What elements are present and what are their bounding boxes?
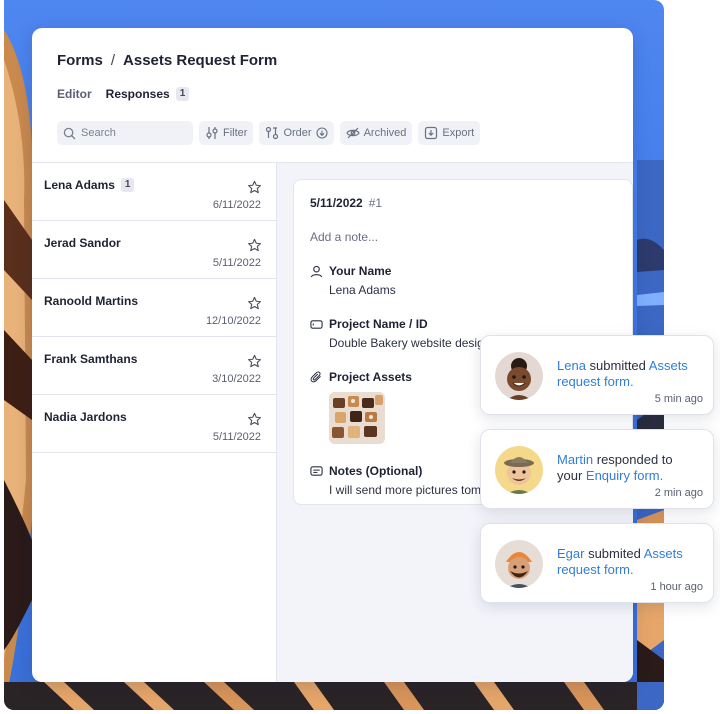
response-detail-pane: 5/11/2022 #1 Add a note... Your Name Lena… — [277, 163, 633, 682]
field-label-text: Notes (Optional) — [329, 464, 423, 478]
sort-icon — [266, 126, 279, 140]
notification-message: Martin responded to your Enquiry form. — [557, 452, 697, 484]
notification-time: 1 hour ago — [650, 581, 703, 593]
breadcrumb: Forms / Assets Request Form — [57, 50, 608, 70]
response-name-text: Lena Adams — [44, 178, 115, 192]
response-date: 6/11/2022 — [212, 199, 261, 211]
field-label: Your Name — [310, 264, 616, 278]
breadcrumb-forms-link[interactable]: Forms — [57, 52, 103, 69]
toolbar: Search Filter Order Archived Export — [57, 121, 608, 145]
response-badge: 1 — [120, 178, 135, 192]
response-name: Lena Adams 1 — [44, 178, 264, 192]
notification-actor-link[interactable]: Martin — [557, 452, 593, 467]
eye-off-icon — [345, 127, 360, 139]
order-button[interactable]: Order — [259, 121, 334, 145]
notification-time: 5 min ago — [654, 393, 703, 405]
notification-card[interactable]: Egar submited Assets request form. 1 hou… — [480, 523, 714, 603]
field-label: Project Name / ID — [310, 317, 616, 331]
notification-text: submitted — [585, 358, 649, 373]
tab-bar: Editor Responses 1 — [57, 86, 608, 102]
field-label-text: Project Name / ID — [329, 317, 428, 331]
notification-message: Lena submitted Assets request form. — [557, 358, 697, 390]
response-date: 12/10/2022 — [205, 315, 261, 327]
response-header: 5/11/2022 #1 — [310, 196, 616, 210]
field-label-text: Your Name — [329, 264, 392, 278]
notification-form-link[interactable]: Enquiry form. — [586, 468, 663, 483]
order-label: Order — [283, 127, 312, 139]
tab-editor[interactable]: Editor — [57, 87, 92, 101]
tab-responses-label: Responses — [105, 87, 170, 101]
response-date: 3/10/2022 — [212, 373, 261, 385]
field-label-text: Project Assets — [329, 370, 412, 384]
asset-thumbnail[interactable] — [329, 392, 385, 444]
star-icon[interactable] — [247, 354, 262, 369]
archived-label: Archived — [363, 127, 407, 139]
breadcrumb-separator: / — [110, 51, 116, 69]
export-label: Export — [442, 127, 475, 139]
arrow-down-circle-icon — [316, 127, 328, 139]
search-icon — [63, 127, 76, 139]
pastry-image — [329, 392, 385, 444]
header: Forms / Assets Request Form Editor Respo… — [32, 28, 633, 163]
responses-count-badge: 1 — [175, 87, 190, 101]
response-name: Nadia Jardons — [44, 410, 127, 424]
notification-time: 2 min ago — [654, 487, 703, 499]
response-row[interactable]: Ranoold Martins 12/10/2022 — [32, 279, 276, 337]
sliders-icon — [206, 127, 218, 139]
search-placeholder: Search — [81, 127, 116, 139]
field-value: Lena Adams — [329, 283, 396, 297]
search-input[interactable]: Search — [57, 121, 193, 145]
avatar — [495, 540, 543, 588]
responses-list: Lena Adams 1 6/11/2022 Jerad Sandor 5/11… — [32, 163, 277, 682]
response-date: 5/11/2022 — [212, 257, 261, 269]
user-icon — [310, 265, 323, 277]
page-title: Assets Request Form — [123, 51, 278, 69]
response-row[interactable]: Jerad Sandor 5/11/2022 — [32, 221, 276, 279]
filter-button[interactable]: Filter — [199, 121, 254, 145]
notification-card[interactable]: Martin responded to your Enquiry form. 2… — [480, 429, 714, 509]
star-icon[interactable] — [247, 238, 262, 253]
notification-text: submited — [584, 546, 644, 561]
response-date-title: 5/11/2022 — [310, 196, 363, 210]
notification-actor-link[interactable]: Egar — [557, 546, 584, 561]
field-your-name: Your Name Lena Adams — [310, 264, 616, 297]
id-card-icon — [310, 319, 323, 329]
response-name: Frank Samthans — [44, 352, 138, 366]
star-icon[interactable] — [247, 180, 262, 195]
response-row[interactable]: Nadia Jardons 5/11/2022 — [32, 395, 276, 453]
message-icon — [310, 465, 323, 476]
content-area: Lena Adams 1 6/11/2022 Jerad Sandor 5/11… — [32, 163, 633, 682]
export-button[interactable]: Export — [418, 121, 481, 145]
download-icon — [425, 126, 438, 140]
notification-card[interactable]: Lena submitted Assets request form. 5 mi… — [480, 335, 714, 415]
response-row[interactable]: Lena Adams 1 6/11/2022 — [32, 163, 276, 221]
response-name: Ranoold Martins — [44, 294, 139, 308]
paperclip-icon — [310, 370, 321, 382]
filter-label: Filter — [223, 127, 248, 139]
notification-actor-link[interactable]: Lena — [557, 358, 586, 373]
response-row[interactable]: Frank Samthans 3/10/2022 — [32, 337, 276, 395]
star-icon[interactable] — [247, 296, 262, 311]
star-icon[interactable] — [247, 412, 262, 427]
add-note-input[interactable]: Add a note... — [310, 230, 616, 244]
notification-message: Egar submited Assets request form. — [557, 546, 697, 578]
response-number: #1 — [368, 196, 383, 210]
memoji-avatar-martin — [495, 446, 543, 494]
avatar — [495, 446, 543, 494]
memoji-avatar-egar — [495, 540, 543, 588]
response-date: 5/11/2022 — [212, 431, 261, 443]
archived-button[interactable]: Archived — [339, 121, 413, 145]
avatar — [495, 352, 543, 400]
memoji-avatar-lena — [495, 352, 543, 400]
response-name: Jerad Sandor — [44, 236, 121, 250]
tab-responses[interactable]: Responses 1 — [106, 87, 190, 101]
